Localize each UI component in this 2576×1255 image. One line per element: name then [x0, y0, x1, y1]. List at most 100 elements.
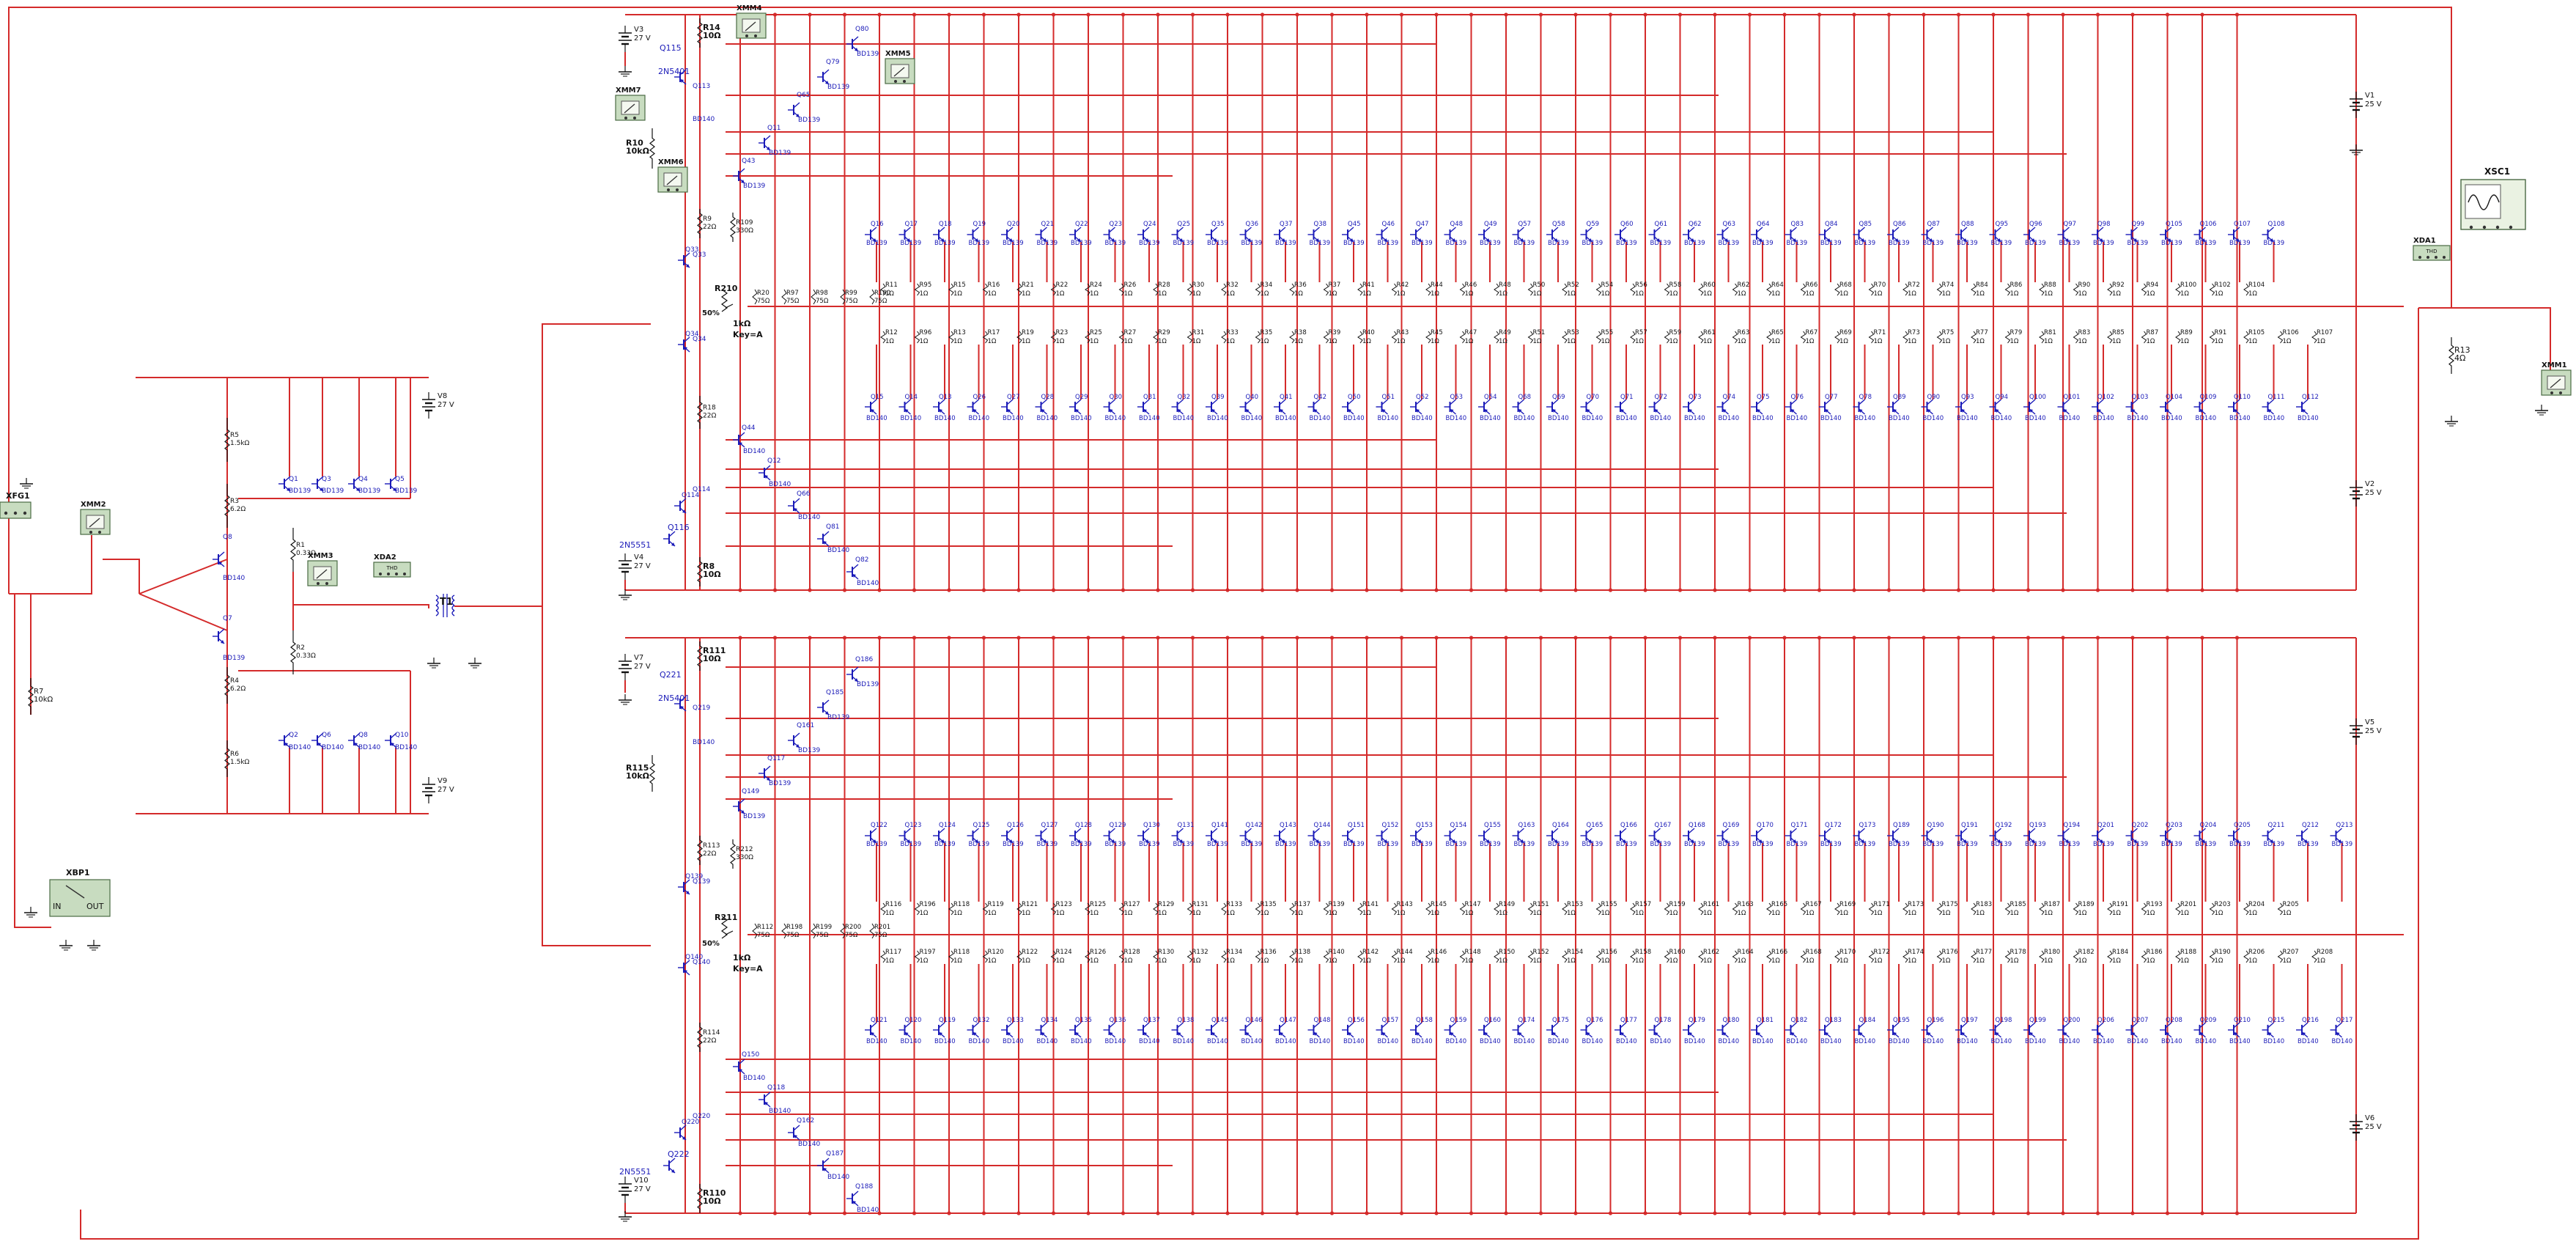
transistor-pnp[interactable] — [733, 1059, 745, 1075]
dc-source[interactable] — [619, 1177, 632, 1203]
transistor-pnp[interactable] — [846, 564, 859, 580]
transistor-pnp[interactable] — [1989, 399, 2001, 415]
resistor[interactable] — [2448, 337, 2454, 374]
transistor-pnp[interactable] — [1171, 1022, 1184, 1038]
transistor-pnp[interactable] — [759, 465, 771, 481]
dc-source[interactable] — [619, 553, 632, 580]
transistor-pnp[interactable] — [1307, 1022, 1320, 1038]
transistor-pnp[interactable] — [1785, 399, 1797, 415]
transistor-pnp[interactable] — [967, 399, 979, 415]
resistor[interactable] — [649, 128, 655, 169]
transistor-npn[interactable] — [759, 135, 771, 151]
transistor-pnp[interactable] — [1683, 1022, 1695, 1038]
oscilloscope-xsc1[interactable] — [2460, 179, 2526, 230]
transistor-pnp[interactable] — [933, 1022, 945, 1038]
multimeter-xmm4[interactable] — [736, 12, 767, 39]
transistor-pnp[interactable] — [2228, 399, 2240, 415]
transistor-pnp[interactable] — [2262, 1022, 2274, 1038]
transistor-pnp[interactable] — [1648, 399, 1661, 415]
transistor-npn[interactable] — [817, 699, 830, 715]
resistor[interactable] — [28, 678, 34, 715]
transistor-pnp[interactable] — [2296, 399, 2309, 415]
transistor-pnp[interactable] — [2092, 399, 2104, 415]
distortion-analyzer-xda2[interactable]: THD — [373, 562, 411, 578]
transistor-pnp[interactable] — [1376, 1022, 1388, 1038]
transistor-pnp[interactable] — [1001, 1022, 1014, 1038]
transistor-pnp[interactable] — [1444, 1022, 1456, 1038]
multimeter-xmm2[interactable] — [80, 509, 111, 535]
transistor-pnp[interactable] — [2092, 1022, 2104, 1038]
resistor[interactable] — [290, 528, 296, 572]
transistor-pnp[interactable] — [817, 531, 830, 547]
transistor-pnp[interactable] — [1580, 1022, 1593, 1038]
transistor-pnp[interactable] — [2057, 1022, 2070, 1038]
resistor[interactable] — [697, 18, 703, 48]
transistor-pnp[interactable] — [1683, 399, 1695, 415]
transistor-pnp[interactable] — [2125, 1022, 2138, 1038]
transistor-pnp[interactable] — [2296, 1022, 2309, 1038]
transistor-pnp[interactable] — [1274, 1022, 1286, 1038]
transistor-pnp[interactable] — [1035, 399, 1047, 415]
transistor-pnp[interactable] — [1955, 399, 1968, 415]
dc-source[interactable] — [422, 392, 435, 419]
transistor-pnp[interactable] — [1001, 399, 1014, 415]
transistor-pnp[interactable] — [933, 399, 945, 415]
transistor-npn[interactable] — [817, 69, 830, 85]
resistor[interactable] — [697, 1184, 703, 1213]
transistor-pnp[interactable] — [1580, 399, 1593, 415]
transistor-npn[interactable] — [663, 531, 676, 547]
dc-source[interactable] — [619, 654, 632, 680]
transistor-pnp[interactable] — [1274, 399, 1286, 415]
resistor[interactable] — [290, 630, 296, 674]
multimeter-xmm5[interactable] — [885, 58, 915, 84]
transistor-pnp[interactable] — [1478, 1022, 1491, 1038]
transistor-pnp[interactable] — [2125, 399, 2138, 415]
transistor-pnp[interactable] — [2228, 1022, 2240, 1038]
transistor-pnp[interactable] — [1785, 1022, 1797, 1038]
multimeter-xmm7[interactable] — [615, 95, 646, 121]
transistor-npn[interactable] — [788, 732, 800, 748]
transistor-pnp[interactable] — [2262, 399, 2274, 415]
transistor-pnp[interactable] — [1546, 399, 1559, 415]
transistor-pnp[interactable] — [1410, 399, 1422, 415]
transistor-pnp[interactable] — [1069, 1022, 1082, 1038]
transistor-pnp[interactable] — [2330, 1022, 2342, 1038]
transistor-pnp[interactable] — [1239, 399, 1252, 415]
transistor-npn[interactable] — [846, 666, 859, 682]
transistor-pnp[interactable] — [1035, 1022, 1047, 1038]
transistor-pnp[interactable] — [2057, 399, 2070, 415]
resistor[interactable] — [224, 484, 230, 528]
transistor-pnp[interactable] — [1342, 1022, 1354, 1038]
transistor-npn[interactable] — [678, 252, 690, 268]
transistor-pnp[interactable] — [1239, 1022, 1252, 1038]
transistor-pnp[interactable] — [846, 1190, 859, 1207]
transistor-npn[interactable] — [733, 798, 745, 814]
transistor-npn[interactable] — [788, 102, 800, 118]
distortion-analyzer-xda1[interactable]: THD — [2413, 245, 2451, 261]
transistor-pnp[interactable] — [898, 399, 911, 415]
transistor-npn[interactable] — [213, 628, 225, 644]
transistor-pnp[interactable] — [967, 1022, 979, 1038]
transistor-npn[interactable] — [759, 765, 771, 781]
transistor-pnp[interactable] — [1171, 399, 1184, 415]
transistor-pnp[interactable] — [1376, 399, 1388, 415]
transistor-pnp[interactable] — [1512, 1022, 1524, 1038]
transistor-npn[interactable] — [674, 1125, 687, 1141]
transistor-npn[interactable] — [663, 1158, 676, 1174]
transistor-pnp[interactable] — [2160, 399, 2172, 415]
transistor-pnp[interactable] — [1307, 399, 1320, 415]
transistor-pnp[interactable] — [759, 1092, 771, 1108]
transistor-pnp[interactable] — [1206, 399, 1218, 415]
transistor-pnp[interactable] — [1955, 1022, 1968, 1038]
transistor-pnp[interactable] — [1103, 1022, 1115, 1038]
transistor-pnp[interactable] — [1921, 399, 1933, 415]
dc-source[interactable] — [422, 777, 435, 803]
transistor-npn[interactable] — [678, 879, 690, 895]
multimeter-xmm6[interactable] — [657, 166, 688, 193]
transistor-pnp[interactable] — [1512, 399, 1524, 415]
transistor-pnp[interactable] — [865, 1022, 877, 1038]
transistor-pnp[interactable] — [1751, 399, 1763, 415]
transistor-pnp[interactable] — [1614, 399, 1627, 415]
transistor-pnp[interactable] — [1648, 1022, 1661, 1038]
resistor[interactable] — [697, 836, 703, 865]
